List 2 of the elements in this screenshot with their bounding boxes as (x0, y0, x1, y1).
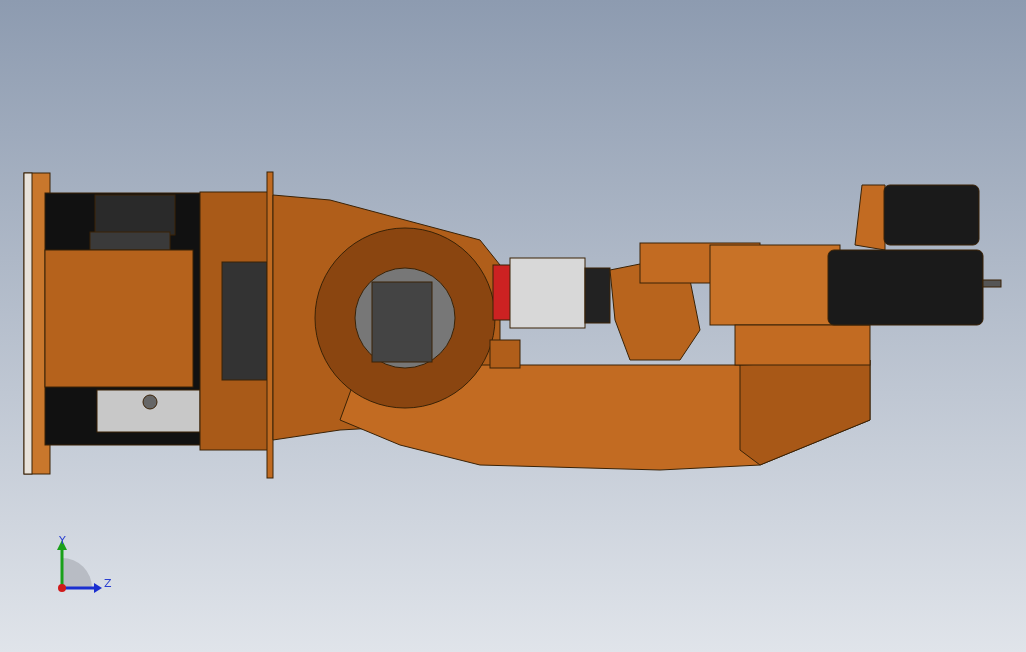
y-axis-label: Y (59, 534, 66, 547)
z-axis-label: Z (104, 577, 112, 590)
